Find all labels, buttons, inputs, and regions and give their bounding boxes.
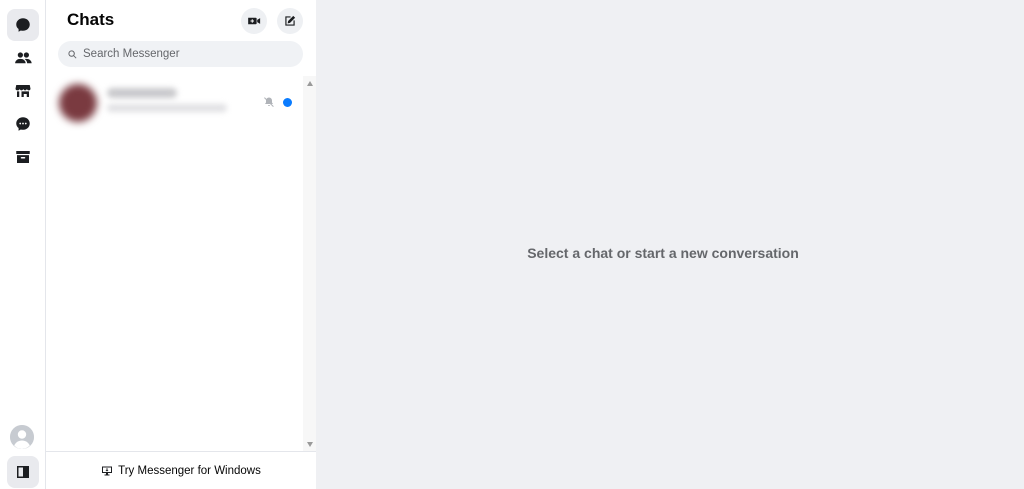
chats-panel: Chats <box>46 0 316 489</box>
default-avatar-icon <box>10 425 34 449</box>
nav-message-requests-button[interactable] <box>7 108 39 140</box>
desktop-app-icon <box>102 466 113 475</box>
people-icon <box>15 52 32 64</box>
conversation-item[interactable] <box>52 80 298 126</box>
compose-icon <box>285 15 296 26</box>
try-messenger-windows-link[interactable]: Try Messenger for Windows <box>46 451 316 489</box>
search-box[interactable] <box>58 41 303 67</box>
muted-bell-icon <box>263 95 275 107</box>
scroll-up-button[interactable] <box>303 78 316 88</box>
page-title: Chats <box>67 10 115 29</box>
nav-people-button[interactable] <box>7 42 39 74</box>
profile-avatar[interactable] <box>10 425 34 449</box>
compose-button[interactable] <box>277 8 303 34</box>
nav-marketplace-button[interactable] <box>7 75 39 107</box>
empty-state-message: Select a chat or start a new conversatio… <box>527 245 799 261</box>
new-video-call-icon <box>248 17 261 25</box>
unread-indicator <box>283 98 292 107</box>
marketplace-icon <box>15 85 31 97</box>
footer-label: Try Messenger for Windows <box>118 464 261 477</box>
nav-chats-button[interactable] <box>7 9 39 41</box>
search-icon <box>68 49 77 58</box>
search-input[interactable] <box>83 48 283 60</box>
scroll-up-arrow-icon <box>306 80 313 86</box>
scroll-down-button[interactable] <box>303 439 316 449</box>
conversation-preview <box>107 104 227 112</box>
scroll-down-arrow-icon <box>306 441 313 447</box>
conversation-avatar <box>59 84 97 122</box>
conversation-area: Select a chat or start a new conversatio… <box>316 0 1024 489</box>
conversation-name <box>107 88 177 98</box>
nav-archive-button[interactable] <box>7 141 39 173</box>
new-video-call-button[interactable] <box>241 8 267 34</box>
chats-icon <box>16 18 30 32</box>
message-requests-icon <box>16 117 30 131</box>
toggle-sidebar-button[interactable] <box>7 456 39 488</box>
sidebar-toggle-icon <box>17 466 29 478</box>
archive-icon <box>16 151 30 163</box>
chat-list-scrollbar[interactable] <box>303 76 316 451</box>
nav-rail <box>0 0 46 489</box>
